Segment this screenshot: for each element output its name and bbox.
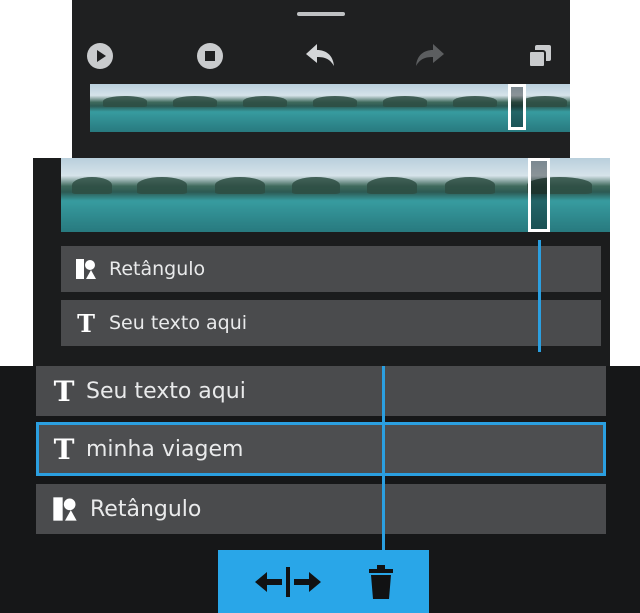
video-frame [300, 84, 371, 132]
video-frame [370, 84, 441, 132]
trash-icon [368, 564, 393, 599]
playhead[interactable] [538, 240, 541, 352]
play-icon [87, 43, 113, 69]
playhead[interactable] [382, 366, 385, 556]
undo-icon [306, 44, 334, 66]
track-row[interactable]: Retângulo [61, 246, 601, 292]
copy-icon [528, 45, 551, 68]
track-label: Seu texto aqui [86, 378, 246, 404]
trim-handle[interactable] [528, 158, 550, 232]
video-frame [230, 84, 301, 132]
split-icon [254, 566, 321, 597]
video-frame [123, 158, 202, 232]
delete-button[interactable] [367, 564, 395, 599]
redo-button[interactable] [414, 40, 446, 72]
timeline-panel-back [72, 0, 570, 158]
track-row[interactable]: T Seu texto aqui [61, 300, 601, 346]
track-row-selected[interactable]: T minha viagem [36, 422, 606, 476]
clip-action-bar [218, 550, 429, 613]
track-label: Retângulo [90, 496, 202, 522]
video-filmstrip[interactable] [61, 158, 610, 232]
trim-handle[interactable] [508, 84, 526, 130]
video-frame [61, 158, 124, 232]
track-label: Seu texto aqui [109, 312, 248, 334]
track-row[interactable]: Retângulo [36, 484, 606, 534]
text-icon: T [77, 308, 95, 338]
video-frame [279, 158, 354, 232]
video-frame [201, 158, 280, 232]
shapes-icon [50, 494, 80, 524]
video-frame [160, 84, 231, 132]
stop-button[interactable] [194, 40, 226, 72]
play-button[interactable] [84, 40, 116, 72]
drag-handle[interactable] [297, 12, 345, 16]
video-frame [353, 158, 432, 232]
split-button[interactable] [253, 565, 323, 599]
text-icon: T [53, 432, 75, 466]
video-frame [509, 158, 610, 232]
stop-icon [197, 43, 223, 69]
duplicate-button[interactable] [524, 40, 556, 72]
shapes-icon [73, 256, 99, 282]
video-frame [90, 84, 161, 132]
playback-toolbar [72, 32, 570, 78]
video-frame [440, 84, 511, 132]
video-filmstrip[interactable] [90, 84, 570, 132]
undo-button[interactable] [304, 40, 336, 72]
timeline-panel-mid: Retângulo T Seu texto aqui [33, 158, 610, 370]
track-label: Retângulo [109, 258, 206, 280]
track-label: minha viagem [86, 436, 244, 462]
video-frame [431, 158, 510, 232]
track-row[interactable]: T Seu texto aqui [36, 366, 606, 416]
redo-icon [416, 44, 444, 66]
text-icon: T [53, 374, 75, 408]
